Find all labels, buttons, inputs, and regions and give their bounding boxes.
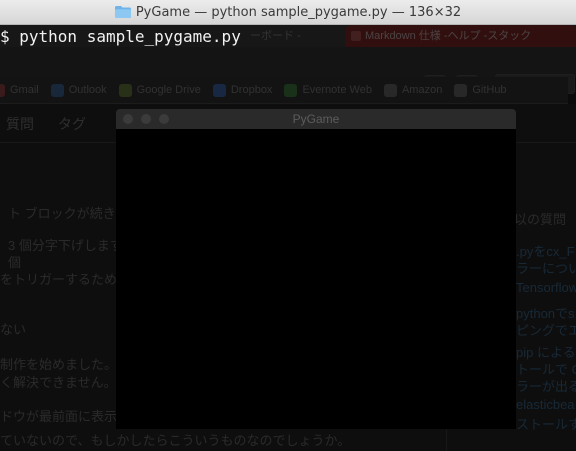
- minimize-button[interactable]: [141, 114, 151, 124]
- pygame-window-title: PyGame: [292, 112, 340, 126]
- terminal-content[interactable]: ーボード - Markdown 仕様 -ヘルプ -スタック ▭ ↻ 検索 Gma…: [0, 25, 576, 451]
- zoom-button[interactable]: [159, 114, 169, 124]
- close-button[interactable]: [123, 114, 133, 124]
- terminal-title: PyGame — python sample_pygame.py — 136×3…: [135, 4, 462, 20]
- terminal-titlebar[interactable]: PyGame — python sample_pygame.py — 136×3…: [0, 0, 576, 25]
- pygame-titlebar[interactable]: PyGame: [116, 109, 516, 129]
- pygame-canvas[interactable]: [116, 129, 516, 429]
- folder-icon: [114, 6, 131, 18]
- terminal-command-line: $ python sample_pygame.py: [0, 27, 241, 46]
- pygame-window[interactable]: PyGame: [116, 109, 516, 429]
